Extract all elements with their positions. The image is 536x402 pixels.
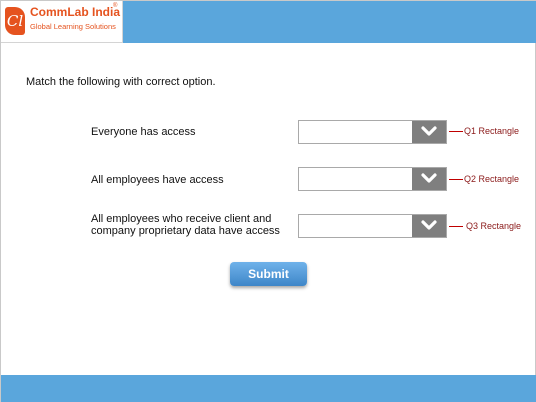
question-3-dropdown-button[interactable] bbox=[412, 215, 446, 237]
chevron-down-icon bbox=[421, 126, 437, 136]
question-1-label: Everyone has access bbox=[91, 126, 196, 138]
question-1-callout: Q1 Rectangle bbox=[464, 126, 520, 136]
chevron-down-icon bbox=[421, 173, 437, 183]
logo-tagline: Global Learning Solutions bbox=[30, 22, 116, 31]
question-1-dropdown-button[interactable] bbox=[412, 121, 446, 143]
question-2-callout: Q2 Rectangle bbox=[464, 174, 520, 184]
instruction-text: Match the following with correct option. bbox=[26, 76, 216, 88]
question-3-label: All employees who receive client and com… bbox=[91, 213, 280, 237]
question-2-callout-line bbox=[449, 179, 463, 180]
logo-name: CommLab India bbox=[30, 5, 121, 19]
question-3-label-line-2: company proprietary data have access bbox=[91, 225, 280, 237]
question-2-dropdown-button[interactable] bbox=[412, 168, 446, 190]
logo-registered-mark: ® bbox=[113, 3, 118, 9]
footer-bar bbox=[1, 375, 536, 402]
question-2-label: All employees have access bbox=[91, 174, 224, 186]
question-3-dropdown[interactable] bbox=[298, 214, 447, 238]
submit-button[interactable]: Submit bbox=[230, 262, 307, 286]
slide-frame: Cl CommLab India ® Global Learning Solut… bbox=[0, 0, 536, 402]
question-3-callout-line bbox=[449, 226, 463, 227]
question-3-callout: Q3 Rectangle bbox=[466, 221, 522, 231]
logo-mark-icon: Cl bbox=[5, 7, 25, 35]
question-1-dropdown[interactable] bbox=[298, 120, 447, 144]
question-1-callout-line bbox=[449, 131, 463, 132]
question-2-dropdown[interactable] bbox=[298, 167, 447, 191]
chevron-down-icon bbox=[421, 220, 437, 230]
question-3-label-line-1: All employees who receive client and bbox=[91, 213, 272, 225]
logo: Cl CommLab India ® Global Learning Solut… bbox=[1, 1, 123, 43]
